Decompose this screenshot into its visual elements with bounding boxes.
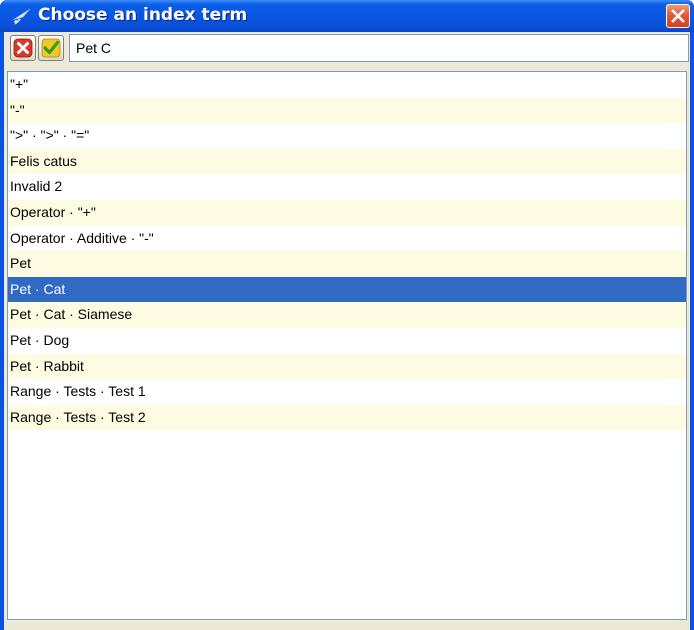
toolbar	[4, 32, 690, 64]
list-item[interactable]: Felis catus	[8, 148, 686, 175]
list-item[interactable]: Operator · Additive · "-"	[8, 226, 686, 252]
list-item[interactable]: Range · Tests · Test 1	[8, 379, 686, 405]
index-term-list[interactable]: "+" "-" ">" · ">" · "=" Felis catus Invalid …	[7, 71, 687, 620]
list-item[interactable]: Invalid 2	[8, 174, 686, 200]
search-input[interactable]	[69, 34, 689, 62]
close-button[interactable]	[666, 4, 690, 28]
ok-button[interactable]	[38, 35, 64, 61]
list-item[interactable]: Pet · Rabbit	[8, 353, 686, 380]
checkmark-icon	[41, 38, 61, 58]
list-items: "+" "-" ">" · ">" · "=" Felis catus Invalid …	[8, 72, 686, 431]
list-item[interactable]: "-"	[8, 97, 686, 124]
list-item[interactable]: Pet · Cat · Siamese	[8, 302, 686, 328]
list-item[interactable]: Pet · Dog	[8, 328, 686, 354]
window-title: Choose an index term	[38, 5, 248, 25]
list-item[interactable]: Range · Tests · Test 2	[8, 404, 686, 431]
cancel-icon	[13, 38, 33, 58]
list-item[interactable]: Pet · Cat	[8, 276, 686, 303]
list-item[interactable]: ">" · ">" · "="	[8, 123, 686, 149]
close-icon	[671, 9, 685, 23]
cancel-button[interactable]	[10, 35, 36, 61]
dialog-window: Choose an index term "+"	[0, 0, 694, 630]
title-bar[interactable]: Choose an index term	[0, 0, 694, 32]
list-item[interactable]: "+"	[8, 72, 686, 98]
app-icon	[12, 8, 31, 25]
list-item[interactable]: Pet	[8, 251, 686, 277]
list-item[interactable]: Operator · "+"	[8, 199, 686, 226]
